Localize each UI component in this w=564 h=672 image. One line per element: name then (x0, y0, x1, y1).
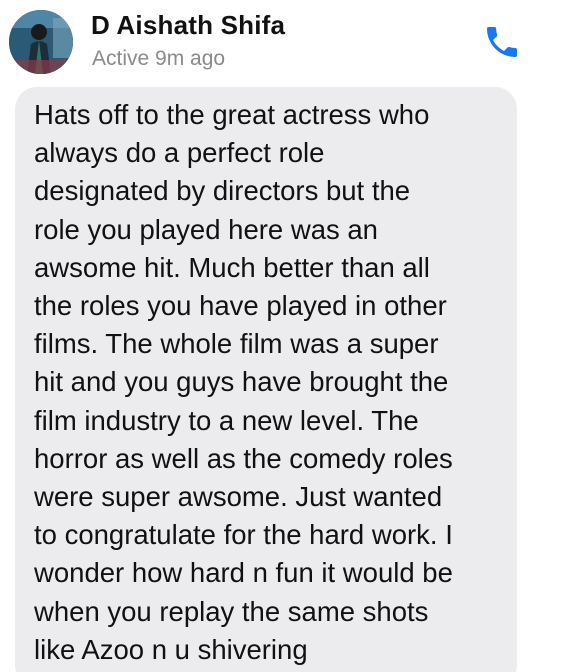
contact-avatar[interactable] (9, 10, 73, 74)
message-text: Hats off to the great actress who always… (34, 99, 453, 665)
avatar-photo (9, 10, 73, 74)
phone-icon (487, 27, 517, 57)
call-button[interactable] (478, 20, 526, 64)
chat-header: D Aishath Shifa Active 9m ago (0, 0, 564, 82)
active-status: Active 9m ago (92, 47, 226, 70)
contact-name[interactable]: D Aishath Shifa (91, 10, 285, 41)
message-bubble[interactable]: Hats off to the great actress who always… (15, 87, 517, 672)
chat-screen: D Aishath Shifa Active 9m ago Hats off t… (0, 0, 564, 672)
